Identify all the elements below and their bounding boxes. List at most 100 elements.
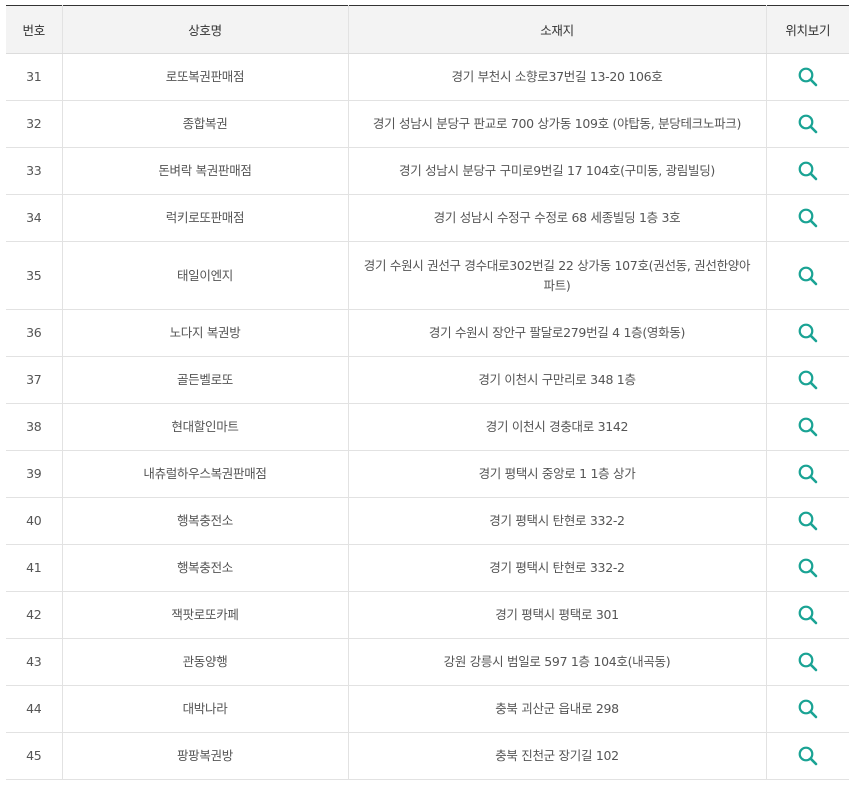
table-row: 44 대박나라 충북 괴산군 읍내로 298 bbox=[6, 685, 849, 733]
search-icon bbox=[798, 161, 818, 181]
location-cell bbox=[766, 53, 849, 101]
search-icon bbox=[798, 208, 818, 228]
table-row: 35 태일이엔지 경기 수원시 권선구 경수대로302번길 22 상가동 107호(… bbox=[6, 241, 849, 310]
view-location-button[interactable] bbox=[797, 160, 819, 182]
store-name: 골든벨로또 bbox=[62, 356, 349, 404]
store-address: 경기 수원시 권선구 경수대로302번길 22 상가동 107호(권선동, 권선… bbox=[348, 241, 767, 310]
search-icon bbox=[798, 511, 818, 531]
store-address: 경기 성남시 수정구 수정로 68 세종빌딩 1층 3호 bbox=[348, 194, 767, 242]
table-row: 40 행복충전소 경기 평택시 탄현로 332-2 bbox=[6, 497, 849, 545]
table-row: 45 팡팡복권방 충북 진천군 장기길 102 bbox=[6, 732, 849, 780]
table-body: 31 로또복권판매점 경기 부천시 소향로37번길 13-20 106호 32 종합복권… bbox=[6, 53, 849, 780]
view-location-button[interactable] bbox=[797, 369, 819, 391]
store-address: 경기 부천시 소향로37번길 13-20 106호 bbox=[348, 53, 767, 101]
row-number: 37 bbox=[6, 356, 63, 404]
row-number: 36 bbox=[6, 309, 63, 357]
store-address: 경기 성남시 분당구 판교로 700 상가동 109호 (야탑동, 분당테크노파… bbox=[348, 100, 767, 148]
search-icon bbox=[798, 323, 818, 343]
row-number: 40 bbox=[6, 497, 63, 545]
store-address: 경기 평택시 중앙로 1 1층 상가 bbox=[348, 450, 767, 498]
store-address: 충북 괴산군 읍내로 298 bbox=[348, 685, 767, 733]
store-list-page: 번호 상호명 소재지 위치보기 31 로또복권판매점 경기 부천시 소향로37번길 … bbox=[0, 0, 853, 799]
table-header: 번호 상호명 소재지 위치보기 bbox=[6, 5, 849, 54]
row-number: 45 bbox=[6, 732, 63, 780]
header-address: 소재지 bbox=[348, 5, 767, 54]
location-cell bbox=[766, 194, 849, 242]
header-location: 위치보기 bbox=[766, 5, 849, 54]
location-cell bbox=[766, 241, 849, 310]
row-number: 32 bbox=[6, 100, 63, 148]
table-row: 39 내츄럴하우스복권판매점 경기 평택시 중앙로 1 1층 상가 bbox=[6, 450, 849, 498]
store-name: 관동양행 bbox=[62, 638, 349, 686]
store-address: 경기 평택시 탄현로 332-2 bbox=[348, 544, 767, 592]
location-cell bbox=[766, 544, 849, 592]
table-row: 36 노다지 복권방 경기 수원시 장안구 팔달로279번길 4 1층(영화동) bbox=[6, 309, 849, 357]
location-cell bbox=[766, 356, 849, 404]
row-number: 42 bbox=[6, 591, 63, 639]
store-address: 경기 평택시 탄현로 332-2 bbox=[348, 497, 767, 545]
search-icon bbox=[798, 699, 818, 719]
store-address: 강원 강릉시 범일로 597 1층 104호(내곡동) bbox=[348, 638, 767, 686]
view-location-button[interactable] bbox=[797, 463, 819, 485]
location-cell bbox=[766, 591, 849, 639]
store-address: 경기 성남시 분당구 구미로9번길 17 104호(구미동, 광림빌딩) bbox=[348, 147, 767, 195]
store-address: 경기 이천시 경충대로 3142 bbox=[348, 403, 767, 451]
search-icon bbox=[798, 558, 818, 578]
row-number: 34 bbox=[6, 194, 63, 242]
table-row: 43 관동양행 강원 강릉시 범일로 597 1층 104호(내곡동) bbox=[6, 638, 849, 686]
view-location-button[interactable] bbox=[797, 265, 819, 287]
search-icon bbox=[798, 370, 818, 390]
store-name: 대박나라 bbox=[62, 685, 349, 733]
view-location-button[interactable] bbox=[797, 66, 819, 88]
view-location-button[interactable] bbox=[797, 604, 819, 626]
store-table: 번호 상호명 소재지 위치보기 31 로또복권판매점 경기 부천시 소향로37번길 … bbox=[6, 5, 849, 780]
view-location-button[interactable] bbox=[797, 698, 819, 720]
row-number: 31 bbox=[6, 53, 63, 101]
view-location-button[interactable] bbox=[797, 207, 819, 229]
store-name: 행복충전소 bbox=[62, 544, 349, 592]
location-cell bbox=[766, 309, 849, 357]
table-row: 32 종합복권 경기 성남시 분당구 판교로 700 상가동 109호 (야탑동, … bbox=[6, 100, 849, 148]
row-number: 35 bbox=[6, 241, 63, 310]
location-cell bbox=[766, 450, 849, 498]
view-location-button[interactable] bbox=[797, 113, 819, 135]
table-row: 34 럭키로또판매점 경기 성남시 수정구 수정로 68 세종빌딩 1층 3호 bbox=[6, 194, 849, 242]
location-cell bbox=[766, 638, 849, 686]
location-cell bbox=[766, 147, 849, 195]
search-icon bbox=[798, 605, 818, 625]
view-location-button[interactable] bbox=[797, 651, 819, 673]
table-row: 31 로또복권판매점 경기 부천시 소향로37번길 13-20 106호 bbox=[6, 53, 849, 101]
store-address: 경기 평택시 평택로 301 bbox=[348, 591, 767, 639]
store-name: 행복충전소 bbox=[62, 497, 349, 545]
store-name: 팡팡복권방 bbox=[62, 732, 349, 780]
search-icon bbox=[798, 652, 818, 672]
view-location-button[interactable] bbox=[797, 416, 819, 438]
table-header-row: 번호 상호명 소재지 위치보기 bbox=[6, 5, 849, 54]
location-cell bbox=[766, 685, 849, 733]
row-number: 38 bbox=[6, 403, 63, 451]
search-icon bbox=[798, 114, 818, 134]
table-row: 37 골든벨로또 경기 이천시 구만리로 348 1층 bbox=[6, 356, 849, 404]
store-address: 충북 진천군 장기길 102 bbox=[348, 732, 767, 780]
view-location-button[interactable] bbox=[797, 557, 819, 579]
header-no: 번호 bbox=[6, 5, 63, 54]
view-location-button[interactable] bbox=[797, 510, 819, 532]
row-number: 39 bbox=[6, 450, 63, 498]
table-row: 42 잭팟로또카페 경기 평택시 평택로 301 bbox=[6, 591, 849, 639]
row-number: 43 bbox=[6, 638, 63, 686]
location-cell bbox=[766, 497, 849, 545]
view-location-button[interactable] bbox=[797, 745, 819, 767]
store-name: 노다지 복권방 bbox=[62, 309, 349, 357]
store-name: 로또복권판매점 bbox=[62, 53, 349, 101]
search-icon bbox=[798, 746, 818, 766]
store-name: 내츄럴하우스복권판매점 bbox=[62, 450, 349, 498]
row-number: 44 bbox=[6, 685, 63, 733]
location-cell bbox=[766, 403, 849, 451]
view-location-button[interactable] bbox=[797, 322, 819, 344]
store-address: 경기 수원시 장안구 팔달로279번길 4 1층(영화동) bbox=[348, 309, 767, 357]
row-number: 41 bbox=[6, 544, 63, 592]
search-icon bbox=[798, 67, 818, 87]
store-name: 현대할인마트 bbox=[62, 403, 349, 451]
store-name: 럭키로또판매점 bbox=[62, 194, 349, 242]
search-icon bbox=[798, 417, 818, 437]
